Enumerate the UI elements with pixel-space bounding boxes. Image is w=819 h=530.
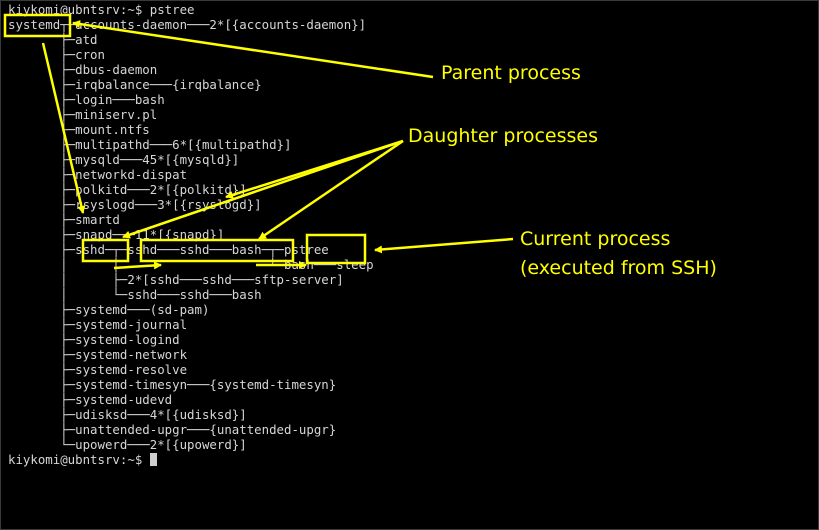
systemd-to-smartd-arrow <box>41 42 86 214</box>
parent-process-label: Parent process <box>441 62 581 84</box>
current-process-sublabel: (executed from SSH) <box>520 257 717 279</box>
sshd-highlight-box <box>81 238 130 263</box>
daughter-processes-label: Daughter processes <box>408 125 599 147</box>
pstree-highlight-box <box>305 233 367 265</box>
sshd-to-child-arrow <box>113 261 162 270</box>
daughter-arrow-3 <box>258 139 404 241</box>
systemd-highlight-box <box>3 13 72 38</box>
parent-arrow <box>72 20 434 79</box>
terminal-window[interactable]: kiykomi@ubntsrv:~$ pstree systemd┬─accoun… <box>0 0 819 530</box>
current-process-label: Current process <box>520 228 671 250</box>
daughter-arrow-2 <box>122 139 404 239</box>
child-chain-highlight-box <box>139 238 295 263</box>
current-process-arrow <box>374 237 514 254</box>
